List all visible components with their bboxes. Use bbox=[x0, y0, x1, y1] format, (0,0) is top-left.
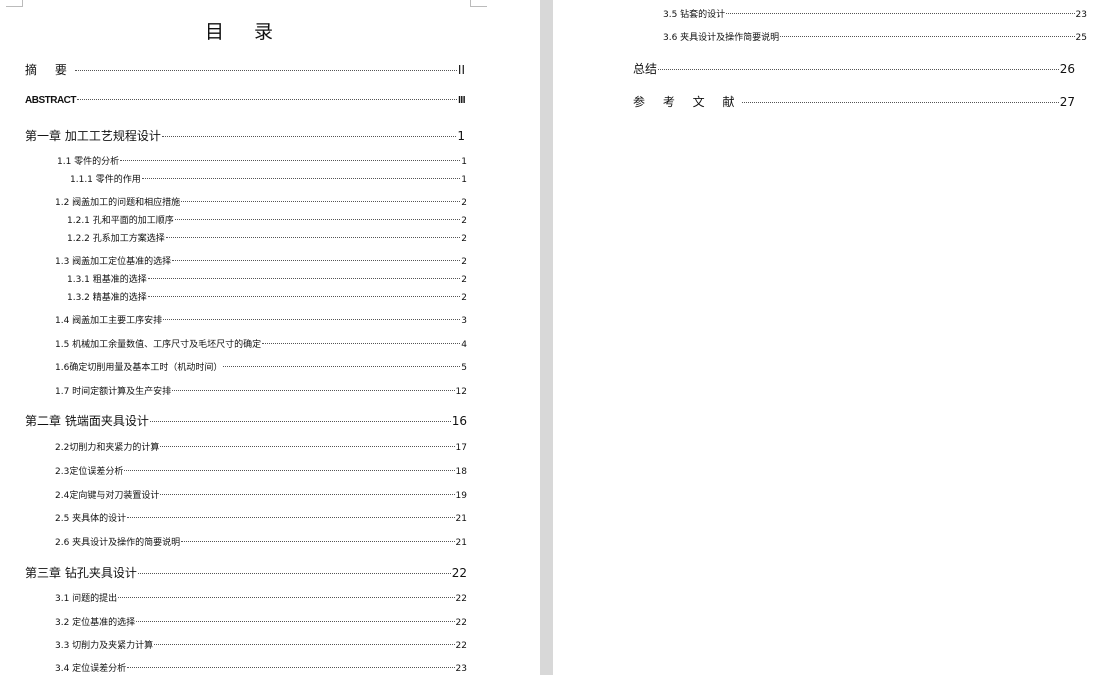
toc-entry-2-6[interactable]: 2.6 夹具设计及操作的简要说明 21 bbox=[55, 535, 467, 548]
toc-entry-1-3-2[interactable]: 1.3.2 精基准的选择 2 bbox=[67, 290, 467, 303]
toc-entry-1-2-2[interactable]: 1.2.2 孔系加工方案选择 2 bbox=[67, 231, 467, 244]
toc-entry-1-3[interactable]: 1.3 阀盖加工定位基准的选择 2 bbox=[55, 254, 467, 267]
toc-entry-summary[interactable]: 总结 26 bbox=[633, 60, 1075, 77]
toc-entry-2-3[interactable]: 2.3定位误差分析 18 bbox=[55, 464, 467, 477]
document-page-right: 3.5 钻套的设计 23 3.6 夹具设计及操作简要说明 25 总结 26 参 考 文… bbox=[553, 0, 1096, 675]
toc-entry-chapter-2[interactable]: 第二章 铣端面夹具设计 16 bbox=[25, 412, 467, 429]
page-gutter bbox=[540, 0, 553, 675]
toc-entry-1-7[interactable]: 1.7 时间定额计算及生产安排 12 bbox=[55, 384, 467, 397]
toc-entry-1-1-1[interactable]: 1.1.1 零件的作用 1 bbox=[70, 172, 467, 185]
toc-entry-3-3[interactable]: 3.3 切削力及夹紧力计算 22 bbox=[55, 638, 467, 651]
document-page-left: 目 录 摘 要 II ABSTRACT III 第一章 加工工艺规程设计 1 1.1 … bbox=[0, 0, 540, 675]
toc-entry-3-2[interactable]: 3.2 定位基准的选择 22 bbox=[55, 615, 467, 628]
toc-entry-1-3-1[interactable]: 1.3.1 粗基准的选择 2 bbox=[67, 272, 467, 285]
toc-entry-2-2[interactable]: 2.2切削力和夹紧力的计算 17 bbox=[55, 440, 467, 453]
toc-entry-chapter-3[interactable]: 第三章 钻孔夹具设计 22 bbox=[25, 564, 467, 581]
toc-entry-1-4[interactable]: 1.4 阀盖加工主要工序安排 3 bbox=[55, 313, 467, 326]
toc-entry-abstract-en[interactable]: ABSTRACT III bbox=[25, 95, 465, 106]
toc-title: 目 录 bbox=[204, 21, 286, 43]
toc-entry-chapter-1[interactable]: 第一章 加工工艺规程设计 1 bbox=[25, 127, 465, 144]
toc-entry-3-5[interactable]: 3.5 钻套的设计 23 bbox=[663, 7, 1087, 20]
toc-entry-abstract-cn[interactable]: 摘 要 II bbox=[25, 61, 465, 78]
toc-entry-3-6[interactable]: 3.6 夹具设计及操作简要说明 25 bbox=[663, 30, 1087, 43]
toc-entry-3-4[interactable]: 3.4 定位误差分析 23 bbox=[55, 661, 467, 674]
toc-entry-1-2-1[interactable]: 1.2.1 孔和平面的加工顺序 2 bbox=[67, 213, 467, 226]
toc-entry-2-5[interactable]: 2.5 夹具体的设计 21 bbox=[55, 511, 467, 524]
toc-entry-1-2[interactable]: 1.2 阀盖加工的问题和相应措施 2 bbox=[55, 195, 467, 208]
toc-entry-3-1[interactable]: 3.1 问题的提出 22 bbox=[55, 591, 467, 604]
toc-entry-references[interactable]: 参 考 文 献 27 bbox=[633, 93, 1075, 110]
page-corner-mark bbox=[470, 0, 487, 7]
toc-entry-1-6[interactable]: 1.6确定切削用量及基本工时（机动时间） 5 bbox=[55, 360, 467, 373]
toc-entry-1-1[interactable]: 1.1 零件的分析 1 bbox=[57, 154, 467, 167]
toc-entry-1-5[interactable]: 1.5 机械加工余量数值、工序尺寸及毛坯尺寸的确定 4 bbox=[55, 337, 467, 350]
toc-entry-2-4[interactable]: 2.4定向键与对刀装置设计 19 bbox=[55, 488, 467, 501]
page-corner-mark bbox=[6, 0, 23, 7]
